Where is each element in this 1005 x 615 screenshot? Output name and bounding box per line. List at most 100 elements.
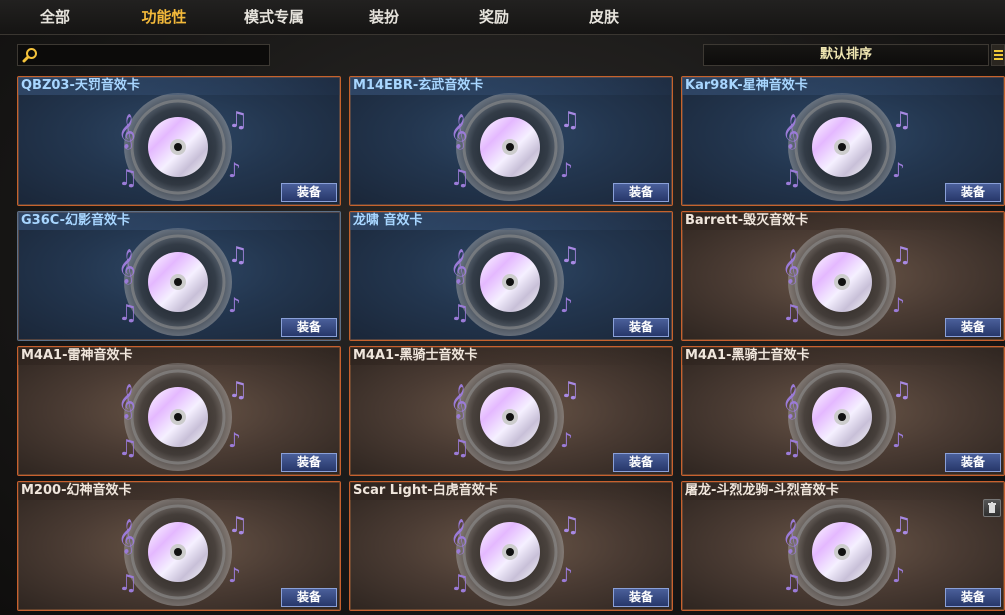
sound-card[interactable]: 𝄞 ♫ ♫ ♪ Kar98K-星神音效卡装备 [681,76,1005,206]
svg-text:♫: ♫ [560,243,580,268]
svg-text:♫: ♫ [782,571,802,596]
sound-card[interactable]: 𝄞 ♫ ♫ ♪ M4A1-黑骑士音效卡装备 [681,346,1005,476]
music-disc-icon: 𝄞 ♫ ♫ ♪ [118,363,248,471]
svg-text:𝄞: 𝄞 [782,114,800,150]
equip-button[interactable]: 装备 [281,318,337,337]
card-title: 屠龙-斗烈龙驹-斗烈音效卡 [682,482,1004,500]
svg-text:♫: ♫ [782,436,802,461]
svg-text:♫: ♫ [782,301,802,326]
svg-text:♪: ♪ [228,293,241,317]
svg-text:♫: ♫ [560,378,580,403]
equip-button[interactable]: 装备 [613,183,669,202]
svg-text:♫: ♫ [892,243,912,268]
music-disc-icon: 𝄞 ♫ ♫ ♪ [782,228,912,336]
music-disc-icon: 𝄞 ♫ ♫ ♪ [450,363,580,471]
music-disc-icon: 𝄞 ♫ ♫ ♪ [450,228,580,336]
svg-text:♫: ♫ [560,108,580,133]
sort-dropdown[interactable]: 默认排序 [703,44,989,66]
music-disc-icon: 𝄞 ♫ ♫ ♪ [118,93,248,201]
sound-card[interactable]: 𝄞 ♫ ♫ ♪ 龙啸 音效卡 装备 [349,211,673,341]
music-disc-icon: 𝄞 ♫ ♫ ♪ [782,363,912,471]
sound-card[interactable]: 𝄞 ♫ ♫ ♪ M4A1-雷神音效卡装备 [17,346,341,476]
svg-text:𝄞: 𝄞 [782,519,800,555]
music-disc-icon: 𝄞 ♫ ♫ ♪ [118,228,248,336]
svg-text:♫: ♫ [782,166,802,191]
svg-text:♪: ♪ [892,158,905,182]
svg-text:♫: ♫ [892,378,912,403]
tab-all[interactable]: 全部 [5,0,105,34]
card-title: M4A1-雷神音效卡 [18,347,340,365]
equip-button[interactable]: 装备 [613,588,669,607]
svg-text:♫: ♫ [118,166,138,191]
svg-text:♪: ♪ [892,563,905,587]
sound-card[interactable]: 𝄞 ♫ ♫ ♪ M14EBR-玄武音效卡装备 [349,76,673,206]
svg-text:𝄞: 𝄞 [118,384,136,420]
svg-text:♫: ♫ [450,166,470,191]
svg-text:𝄞: 𝄞 [450,519,468,555]
music-disc-icon: 𝄞 ♫ ♫ ♪ [782,93,912,201]
sound-card[interactable]: 𝄞 ♫ ♫ ♪ QBZ03-天罚音效卡装备 [17,76,341,206]
svg-text:♪: ♪ [228,158,241,182]
tab-skins[interactable]: 皮肤 [554,0,654,34]
svg-text:♫: ♫ [450,571,470,596]
equip-button[interactable]: 装备 [945,588,1001,607]
category-tab-bar: 全部 功能性 模式专属 装扮 奖励 皮肤 [0,0,1005,35]
search-input[interactable] [44,46,268,66]
svg-text:𝄞: 𝄞 [118,114,136,150]
svg-text:♫: ♫ [228,513,248,538]
card-title: G36C-幻影音效卡 [18,212,340,230]
svg-text:♫: ♫ [118,571,138,596]
sound-card[interactable]: 𝄞 ♫ ♫ ♪ Barrett-毁灭音效卡装备 [681,211,1005,341]
music-disc-icon: 𝄞 ♫ ♫ ♪ [118,498,248,606]
svg-text:♪: ♪ [560,428,573,452]
card-title: M200-幻神音效卡 [18,482,340,500]
svg-text:♫: ♫ [892,513,912,538]
svg-text:♪: ♪ [560,158,573,182]
music-disc-icon: 𝄞 ♫ ♫ ♪ [450,93,580,201]
svg-text:♪: ♪ [892,293,905,317]
sound-card[interactable]: 𝄞 ♫ ♫ ♪ 屠龙-斗烈龙驹-斗烈音效卡装备 [681,481,1005,611]
card-title: Scar Light-白虎音效卡 [350,482,672,500]
tab-dressup[interactable]: 装扮 [334,0,434,34]
svg-text:𝄞: 𝄞 [118,249,136,285]
card-title: Barrett-毁灭音效卡 [682,212,1004,230]
equip-button[interactable]: 装备 [281,183,337,202]
svg-text:𝄞: 𝄞 [450,384,468,420]
list-icon[interactable] [991,44,1005,66]
svg-text:𝄞: 𝄞 [782,249,800,285]
svg-text:♫: ♫ [228,108,248,133]
svg-text:♫: ♫ [450,301,470,326]
svg-text:♪: ♪ [228,563,241,587]
equip-button[interactable]: 装备 [945,453,1001,472]
sound-card[interactable]: 𝄞 ♫ ♫ ♪ G36C-幻影音效卡装备 [17,211,341,341]
equip-button[interactable]: 装备 [945,318,1001,337]
music-disc-icon: 𝄞 ♫ ♫ ♪ [450,498,580,606]
equip-button[interactable]: 装备 [613,318,669,337]
svg-text:♫: ♫ [228,378,248,403]
trash-icon[interactable] [983,499,1001,517]
svg-text:♫: ♫ [118,301,138,326]
svg-text:♪: ♪ [560,293,573,317]
sound-card[interactable]: 𝄞 ♫ ♫ ♪ Scar Light-白虎音效卡装备 [349,481,673,611]
tab-mode-exclusive[interactable]: 模式专属 [224,0,324,34]
equip-button[interactable]: 装备 [613,453,669,472]
card-title: QBZ03-天罚音效卡 [18,77,340,95]
card-title: M4A1-黑骑士音效卡 [682,347,1004,365]
tab-functional[interactable]: 功能性 [114,0,214,34]
equip-button[interactable]: 装备 [945,183,1001,202]
sound-card[interactable]: 𝄞 ♫ ♫ ♪ M4A1-黑骑士音效卡 装备 [349,346,673,476]
sound-card[interactable]: 𝄞 ♫ ♫ ♪ M200-幻神音效卡装备 [17,481,341,611]
svg-text:♪: ♪ [892,428,905,452]
tab-rewards[interactable]: 奖励 [444,0,544,34]
svg-text:𝄞: 𝄞 [118,519,136,555]
svg-text:𝄞: 𝄞 [782,384,800,420]
svg-text:♪: ♪ [560,563,573,587]
svg-text:♫: ♫ [560,513,580,538]
svg-text:♫: ♫ [450,436,470,461]
card-title: Kar98K-星神音效卡 [682,77,1004,95]
search-icon[interactable] [22,47,38,63]
equip-button[interactable]: 装备 [281,588,337,607]
svg-text:♫: ♫ [228,243,248,268]
equip-button[interactable]: 装备 [281,453,337,472]
card-title: M14EBR-玄武音效卡 [350,77,672,95]
